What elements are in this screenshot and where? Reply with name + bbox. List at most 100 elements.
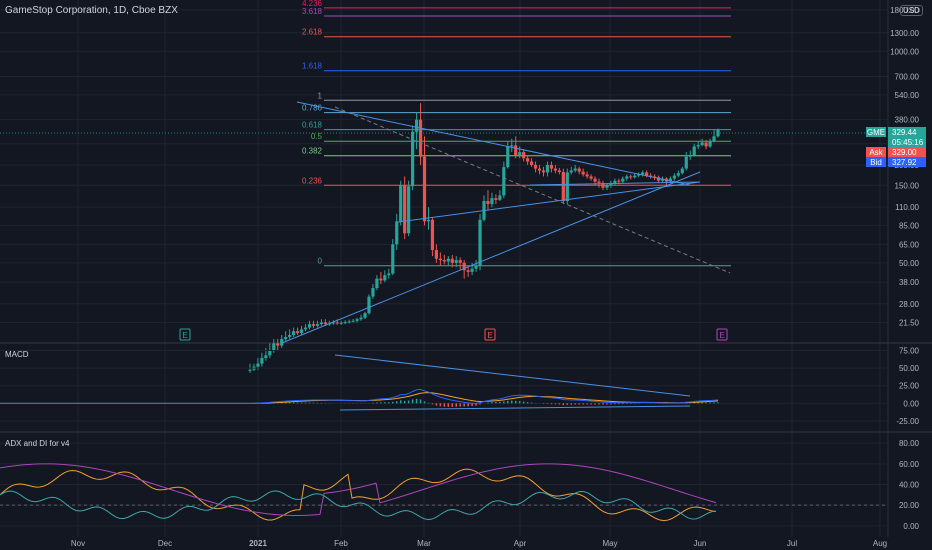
candle-body (514, 145, 518, 156)
candle-body (585, 174, 589, 177)
candle-body (383, 275, 387, 281)
candle-body (458, 260, 462, 263)
fib-level-label: 0.236 (302, 176, 323, 185)
candle-body (355, 319, 359, 321)
x-tick-label: Jul (787, 539, 797, 548)
candle-body (526, 158, 530, 162)
candle-body (248, 369, 252, 371)
candle-body (478, 219, 482, 266)
candle-body (617, 180, 621, 182)
fib-level-label: 0.618 (302, 121, 323, 130)
earnings-marker-label: E (487, 331, 492, 340)
candle-body (470, 268, 474, 272)
candle-body (522, 152, 526, 159)
price-label-value: 329.44 (892, 128, 917, 137)
price-tick-label: 38.00 (899, 278, 920, 287)
candle-body (414, 119, 419, 132)
candle-body (284, 336, 288, 340)
candle-body (621, 178, 625, 182)
candle-body (256, 363, 260, 367)
candle-body (434, 249, 439, 259)
candle-body (430, 219, 435, 250)
price-label-tag-text: Bid (870, 158, 882, 167)
candle-body (561, 172, 565, 202)
candle-body (565, 172, 569, 202)
candle-body (379, 278, 383, 281)
candle-body (589, 176, 593, 179)
candle-body (633, 175, 637, 178)
price-label-value: 05:45:16 (892, 138, 924, 147)
price-tick-label: 380.00 (895, 116, 920, 125)
price-tick-label: 110.00 (895, 203, 919, 212)
candle-body (712, 136, 716, 142)
candle-body (569, 170, 573, 173)
candle-body (696, 145, 700, 147)
earnings-marker-label: E (719, 331, 724, 340)
macd-tick-label: 25.00 (899, 382, 920, 391)
candle-body (680, 168, 684, 174)
candle-body (399, 185, 403, 222)
x-tick-label: Dec (158, 539, 172, 548)
candle-body (422, 156, 427, 222)
candle-body (403, 185, 407, 234)
candle-body (684, 156, 688, 169)
chart-canvas[interactable]: Nov Dec 2021 Feb Mar Apr May Jun Jul Aug1800.0013… (0, 0, 932, 550)
candle-body (549, 164, 554, 169)
candle-body (672, 175, 676, 179)
adx-tick-label: 40.00 (899, 481, 920, 490)
x-tick-label: Mar (417, 539, 431, 548)
candle-body (395, 221, 399, 245)
adx-tick-label: 80.00 (899, 439, 920, 448)
fib-level-label: 0.5 (311, 132, 323, 141)
candle-body (315, 324, 320, 326)
adx-tick-label: 20.00 (899, 501, 920, 510)
candle-body (625, 176, 629, 179)
candle-body (418, 119, 423, 157)
adx-pane-title: ADX and DI for v4 (5, 439, 70, 448)
fib-level-label: 0 (318, 257, 323, 266)
candle-body (486, 201, 490, 205)
price-tick-label: 150.00 (895, 181, 920, 190)
candle-body (490, 198, 494, 205)
price-tick-label: 1000.00 (890, 47, 919, 56)
candle-body (438, 258, 442, 261)
candle-body (319, 322, 323, 325)
candle-body (502, 167, 506, 196)
candle-body (676, 173, 680, 176)
candle-body (347, 321, 351, 323)
candle-body (553, 168, 557, 171)
candle-body (474, 265, 478, 269)
candle-body (260, 357, 264, 364)
price-tick-label: 540.00 (895, 91, 920, 100)
candle-body (272, 343, 276, 351)
price-tick-label: 50.00 (899, 259, 920, 268)
adx-tick-label: 60.00 (899, 460, 920, 469)
currency-badge[interactable]: USD (900, 5, 923, 16)
candle-body (288, 335, 292, 337)
candle-body (494, 198, 498, 200)
candle-body (605, 185, 609, 188)
candle-body (466, 270, 470, 272)
candle-body (359, 317, 363, 320)
candle-body (295, 331, 300, 334)
candle-body (613, 180, 617, 183)
fib-level-label: 3.618 (302, 7, 323, 16)
x-tick-label: Jun (694, 539, 707, 548)
candle-body (573, 168, 577, 171)
x-tick-label: Apr (514, 539, 527, 548)
candle-body (708, 141, 712, 147)
candle-body (442, 260, 446, 262)
fib-level-label: 2.618 (302, 28, 323, 37)
price-label-value: 329.00 (892, 148, 917, 157)
candle-body (264, 355, 268, 358)
fib-level-label: 1 (318, 91, 323, 100)
candle-body (704, 142, 708, 147)
candle-body (581, 171, 585, 175)
x-tick-label: Feb (334, 539, 348, 548)
price-tick-label: 700.00 (895, 73, 920, 82)
fib-level-label: 1.618 (302, 62, 323, 71)
candle-body (577, 168, 581, 172)
candle-body (688, 155, 692, 157)
candle-body (367, 296, 371, 314)
candle-body (533, 164, 538, 169)
